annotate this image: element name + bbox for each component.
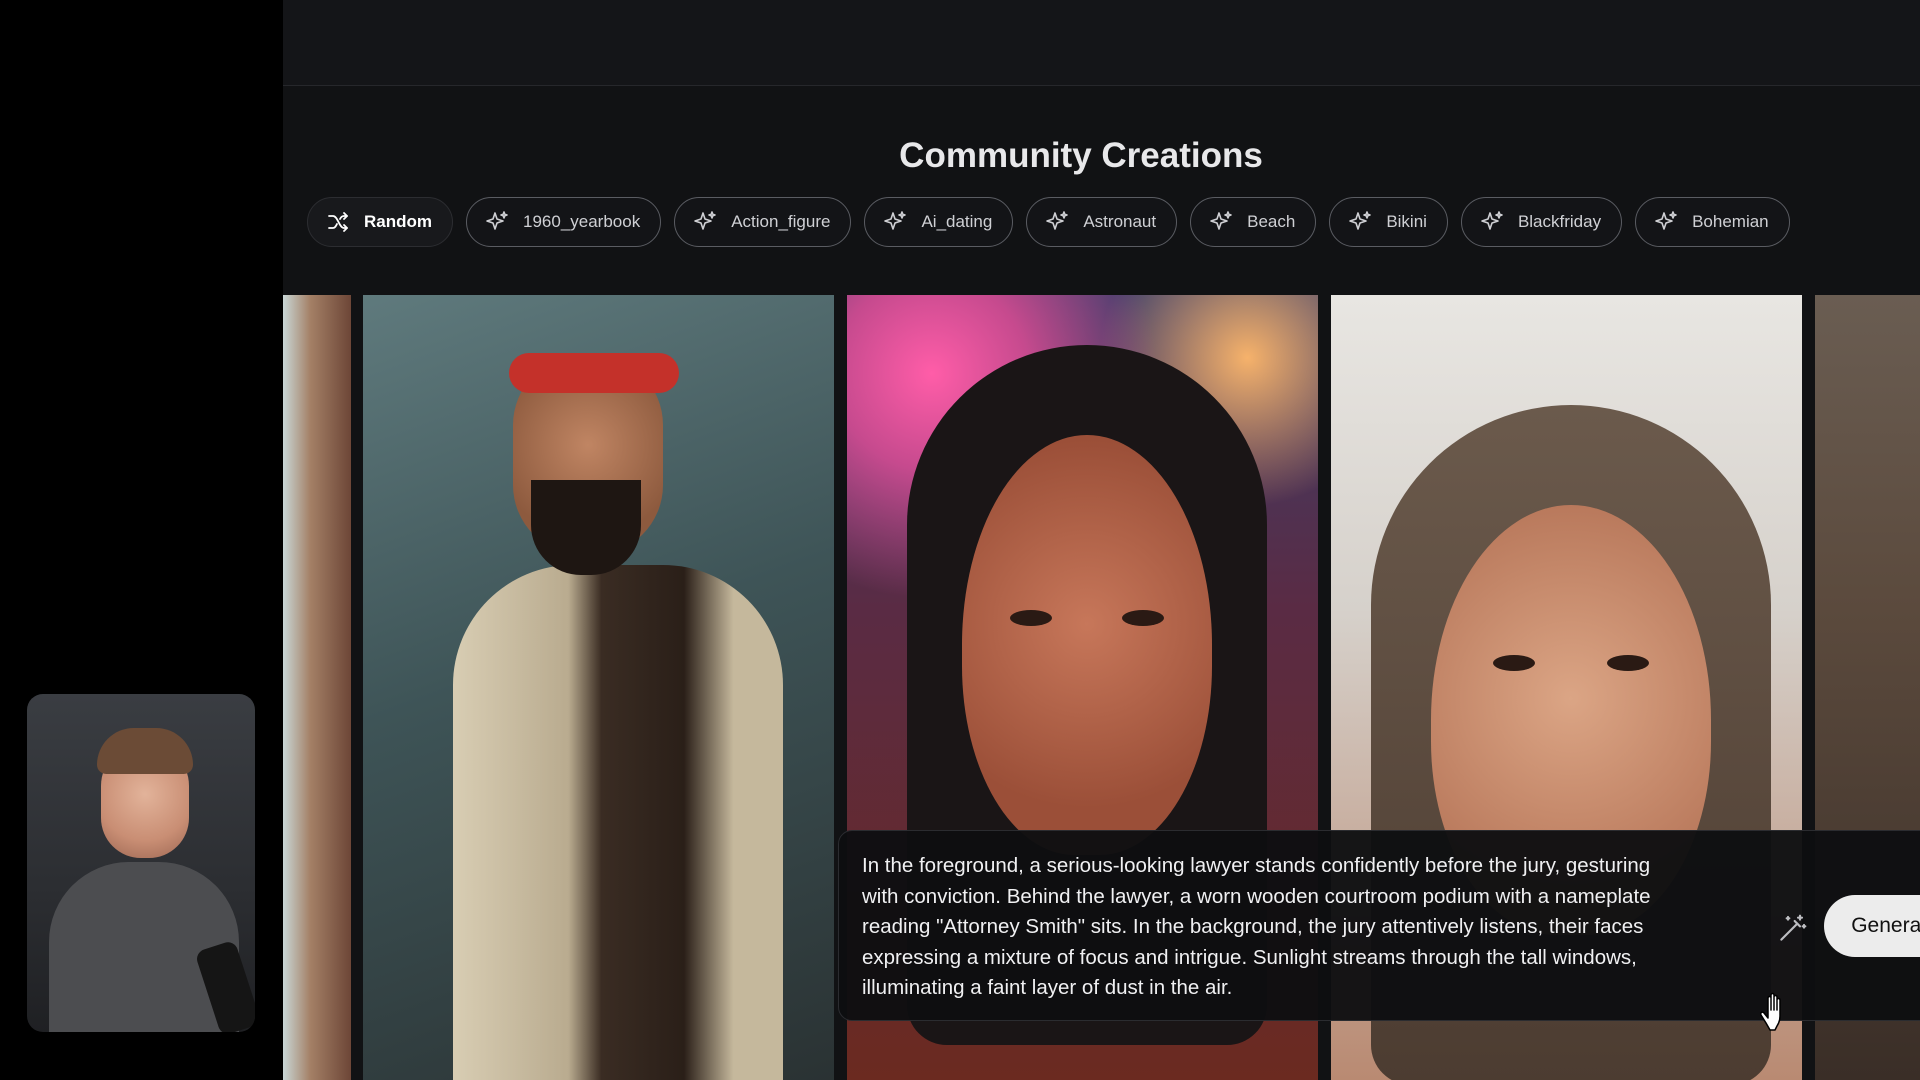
sparkle-icon xyxy=(1655,211,1677,230)
magic-wand-icon xyxy=(1780,914,1807,941)
enhance-prompt-button[interactable] xyxy=(1772,909,1812,949)
filter-chip-bohemian[interactable]: Bohemian xyxy=(1635,197,1790,247)
gallery-image[interactable] xyxy=(283,295,351,1080)
presenter-hair xyxy=(97,728,193,774)
filter-chip-label: Ai_dating xyxy=(921,212,993,231)
filter-chip-action-figure[interactable]: Action_figure xyxy=(674,197,852,247)
portrait-eye xyxy=(1122,610,1164,626)
sparkle-icon xyxy=(1046,211,1069,230)
filter-chip-label: Action_figure xyxy=(731,212,831,231)
sparkle-icon xyxy=(694,211,717,230)
sparkle-icon xyxy=(1349,211,1372,230)
portrait-eye xyxy=(1010,610,1052,626)
filter-chip-label: Bikini xyxy=(1386,212,1427,231)
sparkle-icon xyxy=(486,211,508,230)
filter-chip-blackfriday[interactable]: Blackfriday xyxy=(1460,197,1623,247)
filter-chip-label: 1960_yearbook xyxy=(523,212,641,231)
page-title: Community Creations xyxy=(899,136,1263,175)
filter-chip-1960-yearbook[interactable]: 1960_yearbook xyxy=(466,197,662,247)
top-bar xyxy=(283,0,1920,86)
portrait-eye xyxy=(1493,655,1535,671)
sparkle-icon xyxy=(884,211,907,230)
main-content: Community Creations Random 1960_yearbook xyxy=(283,0,1920,1080)
filter-chip-beach[interactable]: Beach xyxy=(1190,197,1317,247)
pirate-body xyxy=(453,565,783,1080)
filter-chip-astronaut[interactable]: Astronaut xyxy=(1026,197,1178,247)
filter-chips: Random 1960_yearbook Action_figure Ai_da… xyxy=(307,197,1790,247)
prompt-text[interactable]: In the foreground, a serious-looking law… xyxy=(862,851,1762,1004)
gallery-image-pirate[interactable] xyxy=(363,295,834,1080)
portrait-eye xyxy=(1607,655,1649,671)
generate-button[interactable]: Generate xyxy=(1824,895,1920,957)
pirate-beard xyxy=(531,480,641,575)
filter-chip-ai-dating[interactable]: Ai_dating xyxy=(864,197,1014,247)
filter-chip-label: Bohemian xyxy=(1692,212,1769,231)
pirate-bandana xyxy=(509,353,679,393)
portrait-face xyxy=(962,435,1212,855)
filter-chip-label: Random xyxy=(364,212,432,231)
filter-chip-bikini[interactable]: Bikini xyxy=(1329,197,1448,247)
filter-chip-random[interactable]: Random xyxy=(307,197,453,247)
filter-chip-label: Blackfriday xyxy=(1517,212,1602,231)
filter-chip-label: Beach xyxy=(1247,212,1296,231)
webcam-overlay xyxy=(27,694,255,1032)
filter-chip-label: Astronaut xyxy=(1083,212,1157,231)
sparkle-icon xyxy=(1481,211,1503,230)
shuffle-icon xyxy=(328,212,348,232)
hand-cursor-icon xyxy=(1760,992,1781,1031)
sparkle-icon xyxy=(1210,211,1232,230)
left-panel xyxy=(0,0,283,1080)
